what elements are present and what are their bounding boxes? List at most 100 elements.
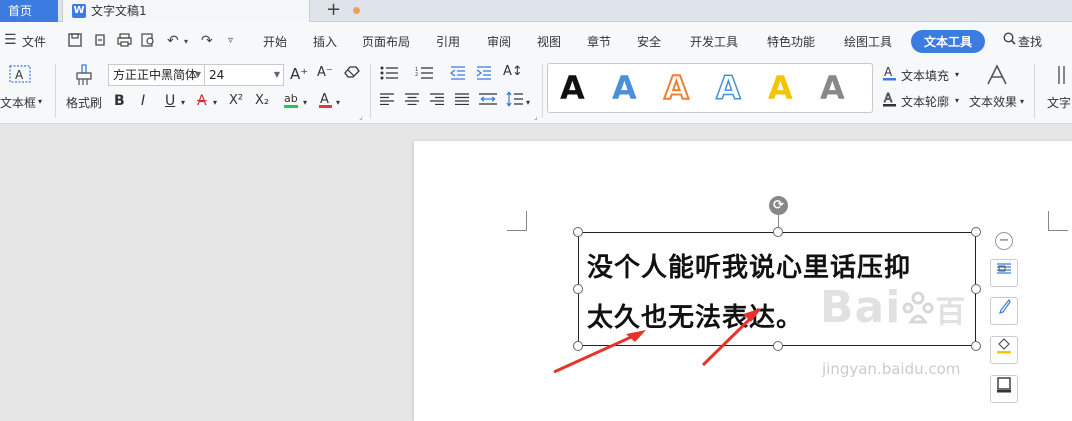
textbox-dropdown-icon[interactable]: ▾	[38, 97, 42, 106]
arrow-head-left	[626, 330, 646, 342]
text-fill-label[interactable]: 文本填充	[901, 67, 949, 84]
textbox-label[interactable]: 文本框	[0, 94, 36, 111]
menu-references[interactable]: 引用	[436, 33, 460, 50]
bold-button[interactable]: B	[114, 93, 125, 109]
menu-file[interactable]: 文件	[22, 33, 46, 50]
menu-security[interactable]: 安全	[637, 33, 661, 50]
underline-dropdown-icon[interactable]: ▾	[181, 98, 185, 107]
redo-icon[interactable]: ↷	[201, 33, 213, 49]
collapse-icon[interactable]: −	[995, 232, 1013, 250]
decrease-indent-icon[interactable]	[449, 66, 466, 84]
fill-button[interactable]	[990, 336, 1018, 364]
wordart-style-gallery: A A A A A A	[547, 63, 873, 113]
divider	[1034, 64, 1035, 118]
layout-options-button[interactable]	[990, 259, 1018, 287]
numbered-list-icon[interactable]: 12	[415, 66, 435, 84]
menu-insert[interactable]: 插入	[313, 33, 337, 50]
textbox-icon[interactable]: A	[9, 65, 31, 87]
shrink-font-icon[interactable]: A⁻	[317, 65, 333, 80]
font-color-icon[interactable]: A	[318, 91, 334, 113]
text-spacing-icon[interactable]: A↕	[503, 64, 523, 79]
text-fill-dropdown-icon[interactable]: ▾	[955, 70, 959, 79]
font-dialog-launcher-icon[interactable]: ⌟	[359, 112, 363, 121]
underline-button[interactable]: U	[165, 93, 175, 109]
hamburger-menu-icon[interactable]: ☰	[4, 32, 17, 48]
menu-search[interactable]: 查找	[1018, 33, 1042, 50]
wordart-style-blue-outline[interactable]: A	[715, 68, 741, 108]
svg-text:2: 2	[415, 72, 418, 78]
resize-handle-left[interactable]	[573, 284, 583, 294]
increase-indent-icon[interactable]	[476, 66, 492, 84]
resize-handle-top-right[interactable]	[971, 227, 981, 237]
outline-button[interactable]	[990, 375, 1018, 403]
highlight-dropdown-icon[interactable]: ▾	[303, 98, 307, 107]
svg-text:A: A	[15, 68, 24, 82]
paragraph-dialog-launcher-icon[interactable]: ⌟	[534, 112, 538, 121]
tab-document[interactable]: W 文字文稿1	[62, 0, 360, 22]
font-size-select[interactable]: 24 ▼	[204, 64, 284, 86]
wordart-style-black[interactable]: A	[560, 68, 585, 108]
wordart-style-yellow[interactable]: A	[768, 68, 793, 108]
menu-view[interactable]: 视图	[537, 33, 561, 50]
clear-format-icon[interactable]	[344, 65, 360, 83]
distributed-align-icon[interactable]	[479, 93, 497, 109]
strikethrough-dropdown-icon[interactable]: ▾	[213, 98, 217, 107]
print-icon[interactable]	[117, 33, 132, 51]
resize-handle-top[interactable]	[773, 227, 783, 237]
text-direction-icon[interactable]	[1056, 64, 1070, 90]
print-preview-icon[interactable]	[141, 33, 156, 51]
save-icon[interactable]	[68, 33, 82, 51]
menu-developer-tools[interactable]: 开发工具	[690, 33, 738, 50]
align-left-icon[interactable]	[380, 93, 394, 109]
menu-drawing-tools[interactable]: 绘图工具	[844, 33, 892, 50]
highlight-icon[interactable]: ab	[283, 91, 301, 113]
text-outline-icon[interactable]: A	[883, 91, 897, 111]
text-fill-icon[interactable]: A	[883, 65, 897, 85]
strikethrough-button[interactable]: A	[197, 93, 207, 109]
align-center-icon[interactable]	[405, 93, 419, 109]
menu-text-tools[interactable]: 文本工具	[911, 30, 986, 53]
resize-handle-top-left[interactable]	[573, 227, 583, 237]
menu-review[interactable]: 审阅	[487, 33, 511, 50]
text-outline-dropdown-icon[interactable]: ▾	[955, 96, 959, 105]
format-painter-icon[interactable]	[74, 64, 94, 90]
menu-page-layout[interactable]: 页面布局	[362, 33, 410, 50]
annotation-arrows	[553, 308, 762, 374]
rotate-handle-icon[interactable]: ⟳	[769, 196, 788, 215]
search-icon[interactable]	[1003, 32, 1016, 49]
grow-font-icon[interactable]: A⁺	[290, 65, 308, 83]
superscript-button[interactable]: X²	[229, 93, 243, 108]
text-effect-dropdown-icon[interactable]: ▾	[1020, 97, 1024, 106]
new-tab-button[interactable]: +	[326, 0, 341, 21]
resize-handle-right[interactable]	[971, 284, 981, 294]
align-right-icon[interactable]	[430, 93, 444, 109]
ribbon-toolbar: A 文本框 ▾ 格式刷 方正正中黑简体 ▼ 24 ▼ A⁺ A⁻ B I U ▾…	[0, 60, 1072, 172]
menu-chapter[interactable]: 章节	[587, 33, 611, 50]
red-arrow-left	[553, 332, 639, 374]
text-outline-label[interactable]: 文本轮廓	[901, 93, 949, 110]
tab-home[interactable]: 首页	[0, 0, 58, 22]
menu-special-features[interactable]: 特色功能	[767, 33, 815, 50]
subscript-button[interactable]: X₂	[255, 93, 269, 108]
bullet-list-icon[interactable]	[380, 66, 400, 84]
wordart-style-blue[interactable]: A	[612, 68, 637, 108]
divider	[542, 64, 543, 118]
line-spacing-icon[interactable]	[506, 91, 524, 111]
text-direction-label[interactable]: 文字	[1047, 94, 1071, 111]
menu-start[interactable]: 开始	[263, 33, 287, 50]
text-effect-label[interactable]: 文本效果	[969, 93, 1017, 110]
italic-button[interactable]: I	[141, 93, 145, 109]
resize-handle-bottom-right[interactable]	[971, 341, 981, 351]
font-color-dropdown-icon[interactable]: ▾	[336, 98, 340, 107]
export-icon[interactable]	[93, 33, 107, 51]
font-name-select[interactable]: 方正正中黑简体 ▼	[108, 64, 205, 86]
text-effect-icon[interactable]	[985, 64, 1009, 90]
line-spacing-dropdown-icon[interactable]: ▾	[526, 98, 530, 107]
wordart-style-orange-outline[interactable]: A	[663, 68, 690, 108]
customize-quick-access-icon[interactable]: ▿	[228, 35, 233, 46]
undo-icon[interactable]: ↶	[167, 33, 179, 49]
style-brush-button[interactable]	[990, 297, 1018, 325]
format-painter-label[interactable]: 格式刷	[66, 94, 102, 111]
undo-dropdown-icon[interactable]: ▾	[184, 37, 188, 46]
wordart-style-gray[interactable]: A	[820, 68, 845, 108]
